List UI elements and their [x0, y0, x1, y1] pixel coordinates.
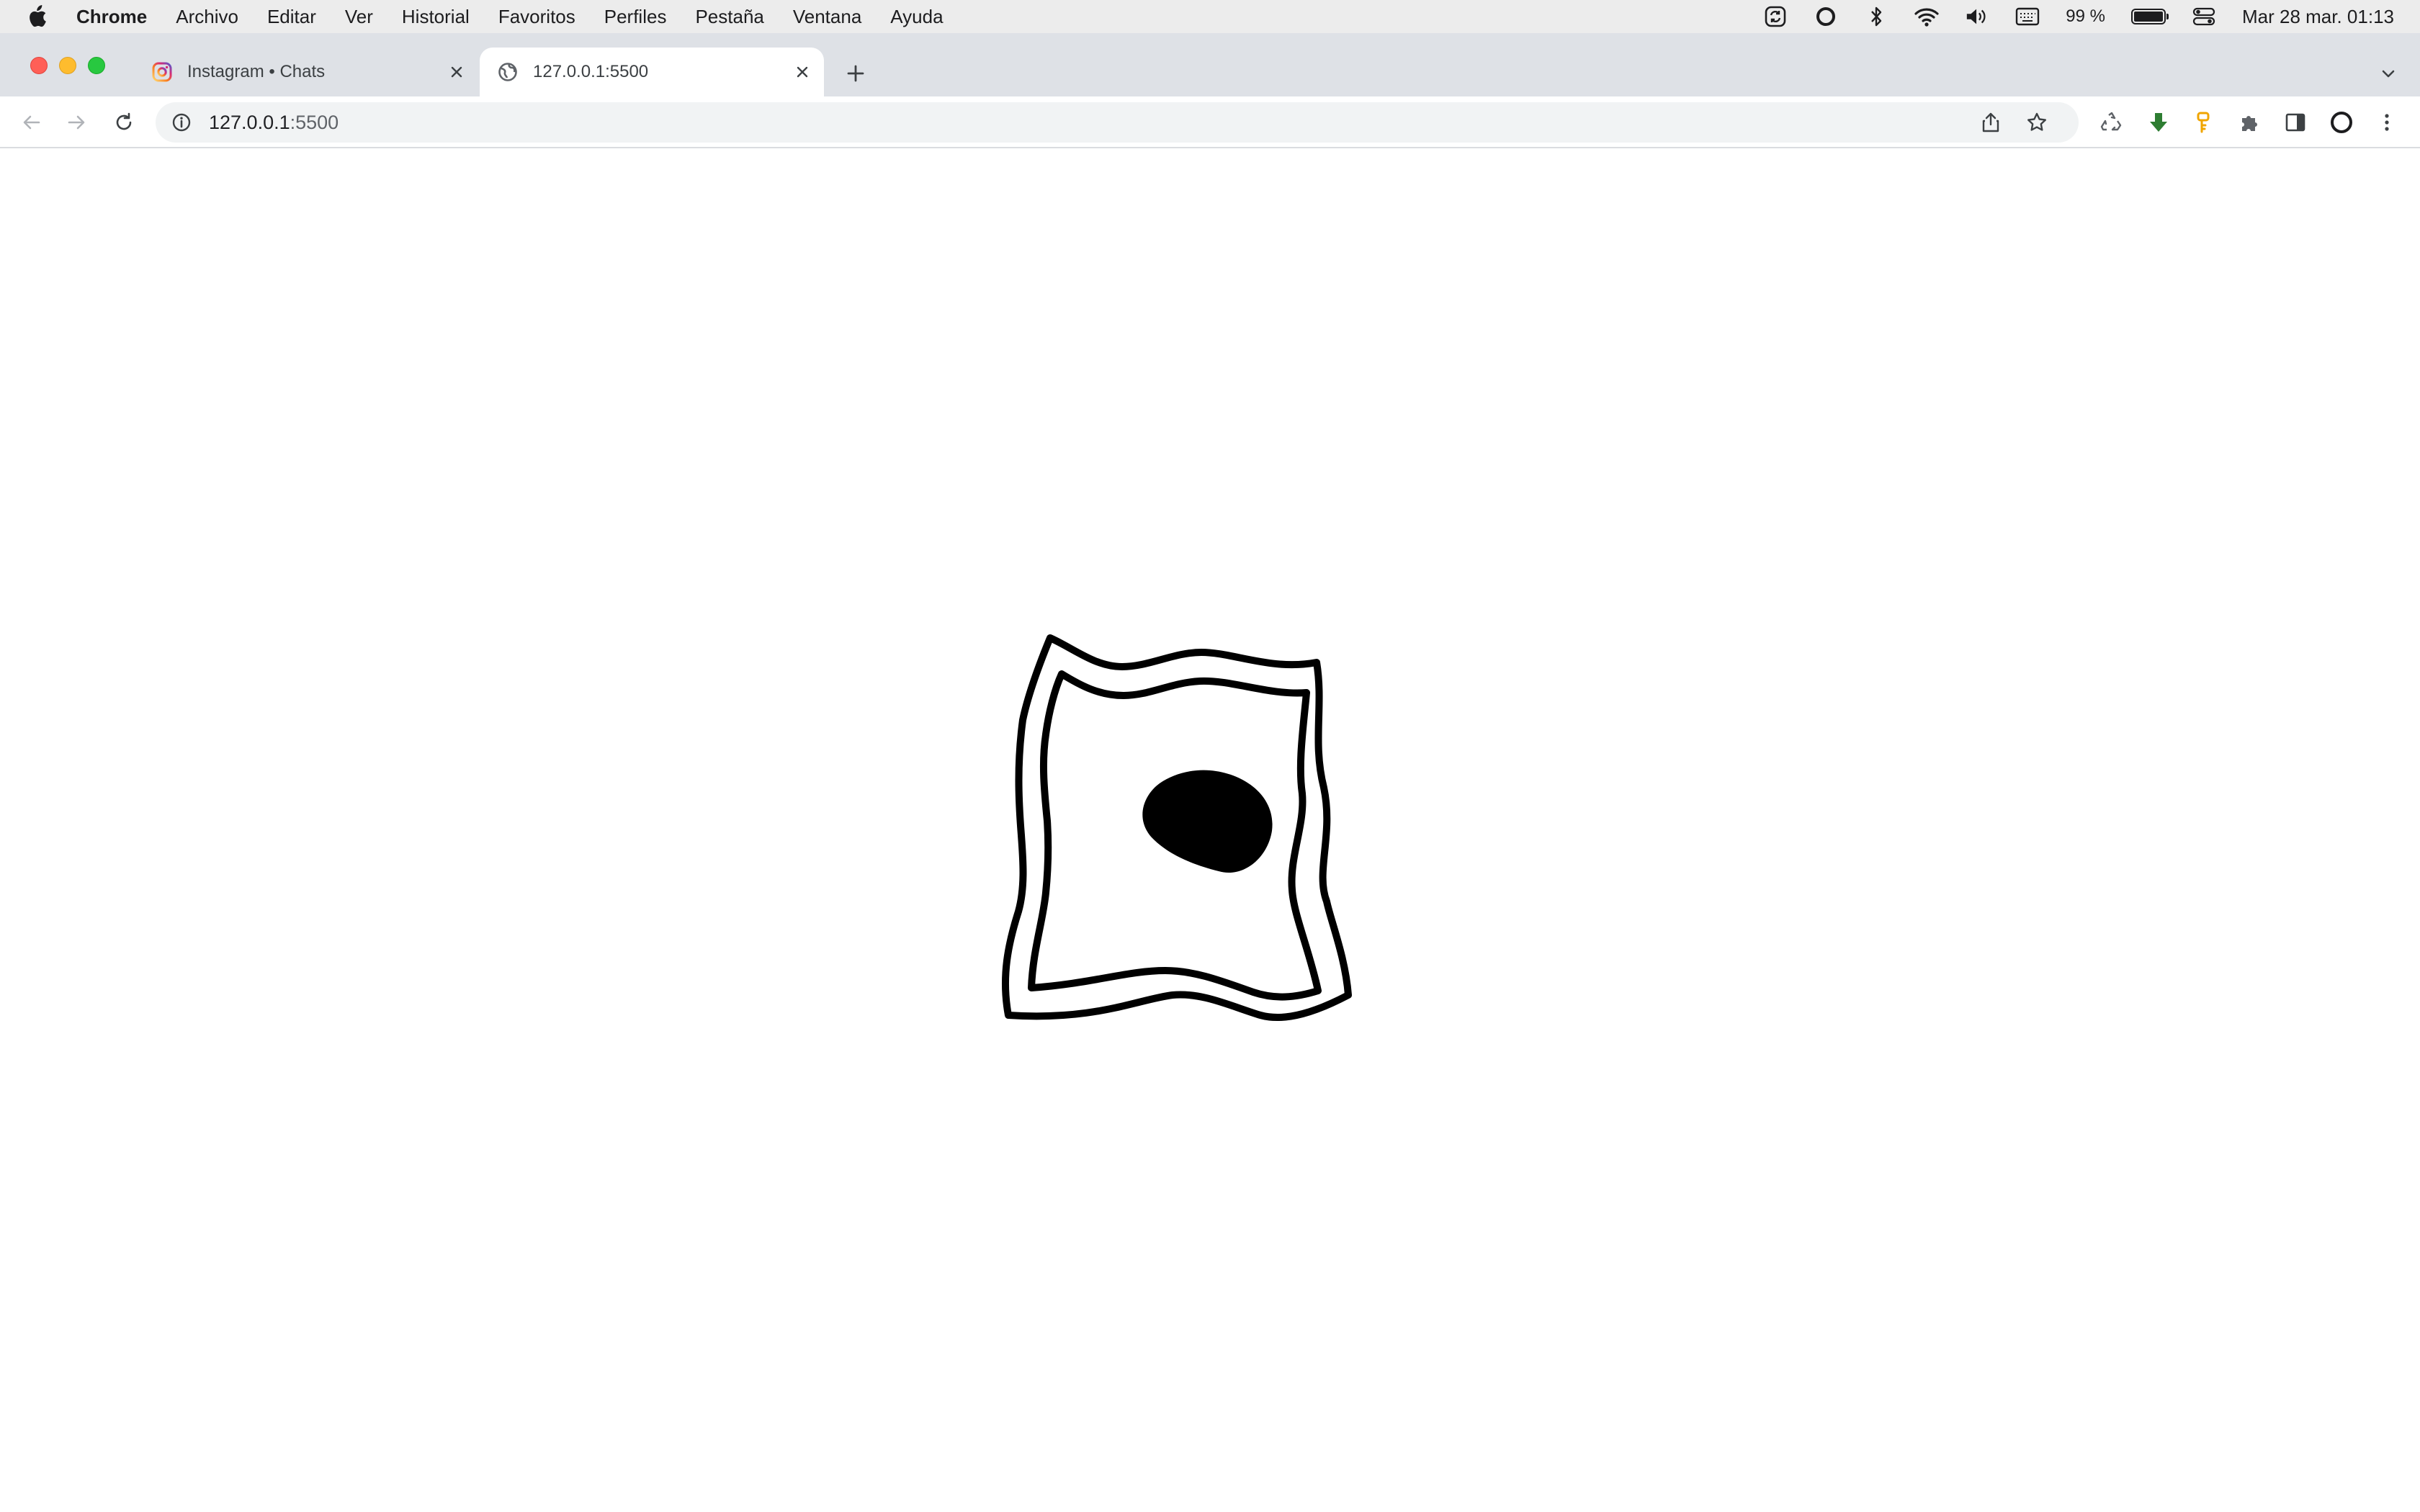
menu-favoritos[interactable]: Favoritos [498, 6, 575, 28]
share-icon[interactable] [1979, 111, 2002, 134]
menu-perfiles[interactable]: Perfiles [604, 6, 667, 28]
tab-title: Instagram • Chats [187, 62, 326, 81]
menu-pestana[interactable]: Pestaña [695, 6, 763, 28]
instagram-icon [151, 61, 173, 83]
tab-title: 127.0.0.1:5500 [533, 62, 649, 81]
url-host: 127.0.0.1 [209, 111, 290, 133]
chrome-menu-icon[interactable] [2371, 107, 2403, 138]
profile-avatar-icon[interactable] [2326, 107, 2357, 138]
globe-icon [497, 61, 519, 83]
menu-ventana[interactable]: Ventana [793, 6, 861, 28]
bookmark-star-icon[interactable] [2025, 111, 2048, 134]
window-minimize-button[interactable] [59, 57, 76, 74]
battery-level [2134, 12, 2163, 22]
clock-datetime[interactable]: Mar 28 mar. 01:13 [2242, 6, 2394, 28]
wavy-frame-logo [1001, 634, 1352, 1021]
new-tab-button[interactable] [840, 58, 871, 89]
extensions-puzzle-icon[interactable] [2233, 107, 2265, 138]
menu-historial[interactable]: Historial [402, 6, 470, 28]
site-info-icon[interactable] [170, 111, 193, 134]
window-close-button[interactable] [30, 57, 48, 74]
menu-editar[interactable]: Editar [267, 6, 316, 28]
apple-menu-icon[interactable] [26, 4, 48, 29]
menu-ver[interactable]: Ver [345, 6, 373, 28]
window-zoom-button[interactable] [88, 57, 105, 74]
menu-archivo[interactable]: Archivo [176, 6, 238, 28]
side-panel-icon[interactable] [2280, 107, 2311, 138]
circle-status-icon[interactable] [1814, 4, 1838, 29]
battery-icon[interactable] [2131, 9, 2169, 24]
sync-icon[interactable] [1763, 4, 1788, 29]
battery-percent: 99 % [2066, 6, 2105, 26]
bluetooth-icon[interactable] [1864, 4, 1888, 29]
browser-toolbar: 127.0.0.1:5500 [0, 96, 2420, 148]
tab-close-icon[interactable] [789, 59, 815, 85]
tab-instagram-chats[interactable]: Instagram • Chats [134, 48, 478, 96]
volume-icon[interactable] [1965, 4, 1989, 29]
download-extension-icon[interactable] [2143, 107, 2174, 138]
control-center-icon[interactable] [2192, 4, 2216, 29]
app-menu-chrome[interactable]: Chrome [76, 6, 147, 28]
url-port: :5500 [290, 111, 339, 133]
forward-icon[interactable] [60, 107, 92, 138]
status-area: 99 % Mar 28 mar. 01:13 [1763, 0, 2394, 33]
back-icon[interactable] [16, 107, 48, 138]
wifi-icon[interactable] [1914, 4, 1939, 29]
key-extension-icon[interactable] [2188, 107, 2220, 138]
reload-icon[interactable] [108, 107, 140, 138]
keyboard-input-icon[interactable] [2015, 4, 2040, 29]
macos-menu-bar: Chrome Archivo Editar Ver Historial Favo… [0, 0, 2420, 33]
tab-search-chevron-icon[interactable] [2372, 58, 2404, 89]
tab-close-icon[interactable] [444, 59, 470, 85]
menu-ayuda[interactable]: Ayuda [890, 6, 943, 28]
recycle-extension-icon[interactable] [2096, 107, 2128, 138]
tab-localhost[interactable]: 127.0.0.1:5500 [480, 48, 824, 96]
address-bar[interactable]: 127.0.0.1:5500 [156, 102, 2079, 143]
page-content [0, 148, 2420, 1512]
